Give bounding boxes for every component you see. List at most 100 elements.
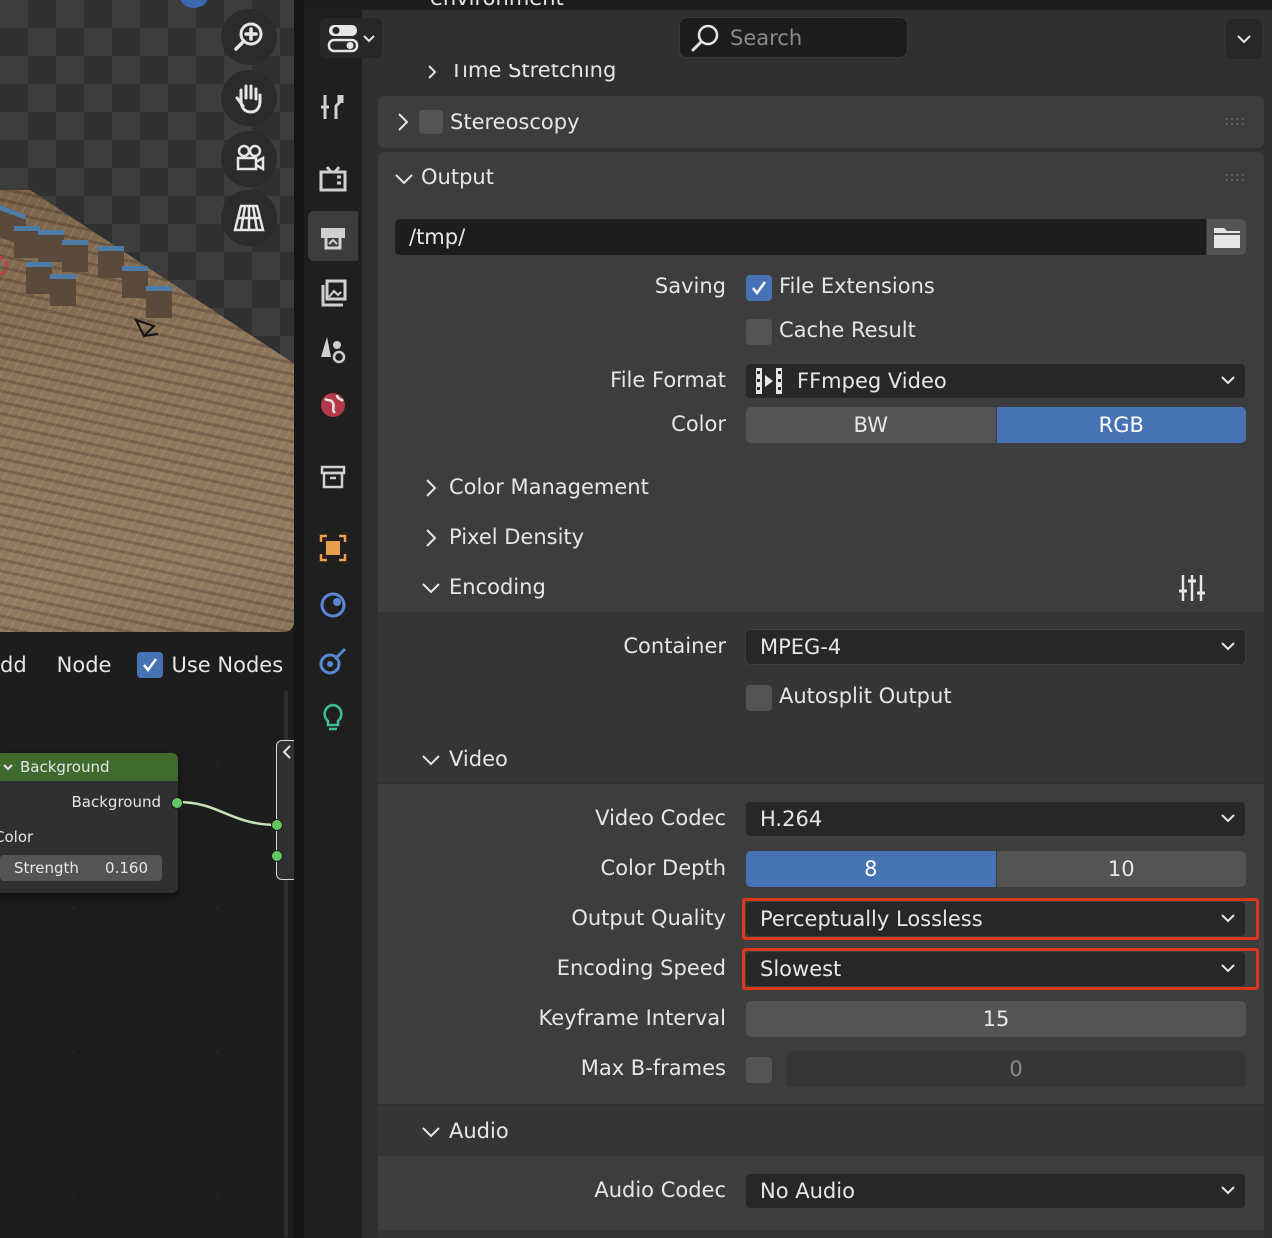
time-stretching-label: Time Stretching: [450, 64, 617, 82]
tab-constraints[interactable]: [308, 636, 358, 686]
pan-button[interactable]: [221, 70, 277, 126]
chevron-down-icon: [395, 174, 413, 185]
color-bw-option[interactable]: BW: [746, 407, 996, 443]
stereoscopy-checkbox[interactable]: [419, 110, 443, 134]
camera-object-icon[interactable]: [134, 316, 160, 342]
grid-icon: [233, 204, 265, 232]
tab-data[interactable]: [308, 692, 358, 742]
volume-input-socket[interactable]: [271, 850, 283, 862]
depth-10-option[interactable]: 10: [995, 851, 1246, 887]
pixel-density-subpanel[interactable]: Pixel Density: [378, 516, 1264, 560]
stereoscopy-panel[interactable]: Stereoscopy ::::: [378, 96, 1264, 148]
cache-result-label: Cache Result: [779, 318, 916, 342]
container-dropdown[interactable]: MPEG-4: [745, 629, 1246, 665]
node-menu[interactable]: Node: [57, 653, 112, 677]
tab-render[interactable]: [308, 154, 358, 204]
top-header-text: environment: [430, 0, 564, 10]
max-bframes-checkbox[interactable]: [746, 1057, 772, 1083]
encoding-speed-highlight: [742, 948, 1259, 990]
tab-output[interactable]: [308, 211, 358, 261]
node-link: [177, 800, 279, 827]
encoding-title: Encoding: [449, 575, 546, 599]
presets-icon[interactable]: [1177, 573, 1207, 603]
container-value: MPEG-4: [760, 635, 842, 659]
node-editor-header: dd Node Use Nodes: [0, 640, 294, 690]
tab-world[interactable]: [308, 380, 358, 430]
printer-icon: [321, 228, 345, 250]
use-nodes-checkbox[interactable]: [137, 652, 164, 678]
chevron-down-icon: [363, 35, 375, 43]
encoding-speed-label: Encoding Speed: [556, 956, 726, 980]
add-menu[interactable]: dd: [0, 653, 27, 677]
camera-view-button[interactable]: [221, 131, 277, 187]
search-input[interactable]: Search: [679, 17, 908, 58]
background-output-socket[interactable]: [171, 797, 183, 809]
color-mode-toggle[interactable]: BW RGB: [746, 407, 1246, 443]
drag-grip-icon[interactable]: ::::: [1224, 170, 1246, 185]
scene-icon: [321, 337, 346, 364]
color-management-subpanel[interactable]: Color Management: [378, 466, 1264, 510]
options-dropdown-button[interactable]: [1226, 19, 1262, 59]
checkmark-icon: [752, 281, 767, 296]
file-extensions-checkbox[interactable]: [746, 275, 772, 301]
chevron-down-icon: [422, 583, 440, 594]
panel-bottom-divider: [378, 1230, 1264, 1238]
strength-field[interactable]: Strength 0.160: [0, 855, 162, 881]
editor-type-button[interactable]: [320, 18, 382, 58]
chevron-down-icon: [1221, 814, 1235, 823]
tab-view-layer[interactable]: [308, 268, 358, 318]
zoom-button[interactable]: [221, 9, 277, 65]
output-path-input[interactable]: /tmp/: [395, 219, 1206, 255]
video-codec-dropdown[interactable]: H.264: [745, 801, 1246, 837]
collapse-chevron-icon[interactable]: [2, 761, 14, 773]
strength-value: 0.160: [105, 859, 148, 877]
tab-physics[interactable]: [308, 580, 358, 630]
tab-scene[interactable]: [308, 324, 358, 374]
video-codec-label: Video Codec: [595, 806, 726, 830]
3d-viewport[interactable]: [0, 0, 294, 632]
surface-input-socket[interactable]: [271, 819, 283, 831]
browse-folder-button[interactable]: [1207, 219, 1246, 255]
properties-editor-icon: [327, 25, 359, 53]
chevron-right-icon: [426, 529, 437, 547]
background-node-title: Background: [20, 758, 110, 776]
file-format-dropdown[interactable]: FFmpeg Video: [745, 363, 1246, 399]
keyframe-interval-field[interactable]: 15: [746, 1001, 1246, 1037]
max-bframes-field[interactable]: 0: [786, 1051, 1246, 1087]
video-subpanel-header[interactable]: Video: [378, 738, 1264, 782]
file-format-label: File Format: [610, 368, 726, 392]
search-icon: [691, 24, 719, 51]
output-quality-highlight: [742, 898, 1259, 940]
chevron-down-icon: [1221, 1186, 1235, 1195]
tab-object[interactable]: [308, 523, 358, 573]
output-panel-header[interactable]: Output ::::: [378, 152, 1264, 204]
color-management-label: Color Management: [449, 475, 649, 499]
time-stretching-row[interactable]: Time Stretching: [378, 64, 1264, 88]
gizmo-corner[interactable]: [180, 0, 208, 8]
perspective-toggle-button[interactable]: [221, 190, 277, 246]
encoding-subpanel-header[interactable]: Encoding: [378, 566, 1264, 610]
tab-tool[interactable]: [308, 82, 358, 132]
output-panel-title: Output: [421, 165, 494, 189]
autosplit-checkbox[interactable]: [746, 685, 772, 711]
audio-subpanel-header[interactable]: Audio: [378, 1110, 1264, 1154]
depth-8-option[interactable]: 8: [746, 851, 996, 887]
area-splitter[interactable]: [294, 0, 304, 1238]
color-depth-label: Color Depth: [600, 856, 726, 880]
chevron-right-icon: [398, 113, 409, 131]
file-format-value: FFmpeg Video: [797, 369, 947, 393]
drag-grip-icon[interactable]: ::::: [1224, 114, 1246, 129]
tool-icon: [321, 95, 344, 119]
collapse-icon: [282, 745, 291, 759]
audio-codec-dropdown[interactable]: No Audio: [745, 1173, 1246, 1209]
background-node-header[interactable]: Background: [0, 753, 178, 781]
tab-collection[interactable]: [308, 452, 358, 502]
color-rgb-option[interactable]: RGB: [995, 407, 1246, 443]
cache-result-checkbox[interactable]: [746, 319, 772, 345]
viewport-buildings: [0, 200, 190, 340]
chevron-right-icon: [428, 65, 437, 79]
saving-label: Saving: [654, 274, 726, 298]
background-node[interactable]: Background Background Color Strength 0.1…: [0, 753, 178, 893]
strength-label: Strength: [14, 859, 79, 877]
color-depth-toggle[interactable]: 8 10: [746, 851, 1246, 887]
